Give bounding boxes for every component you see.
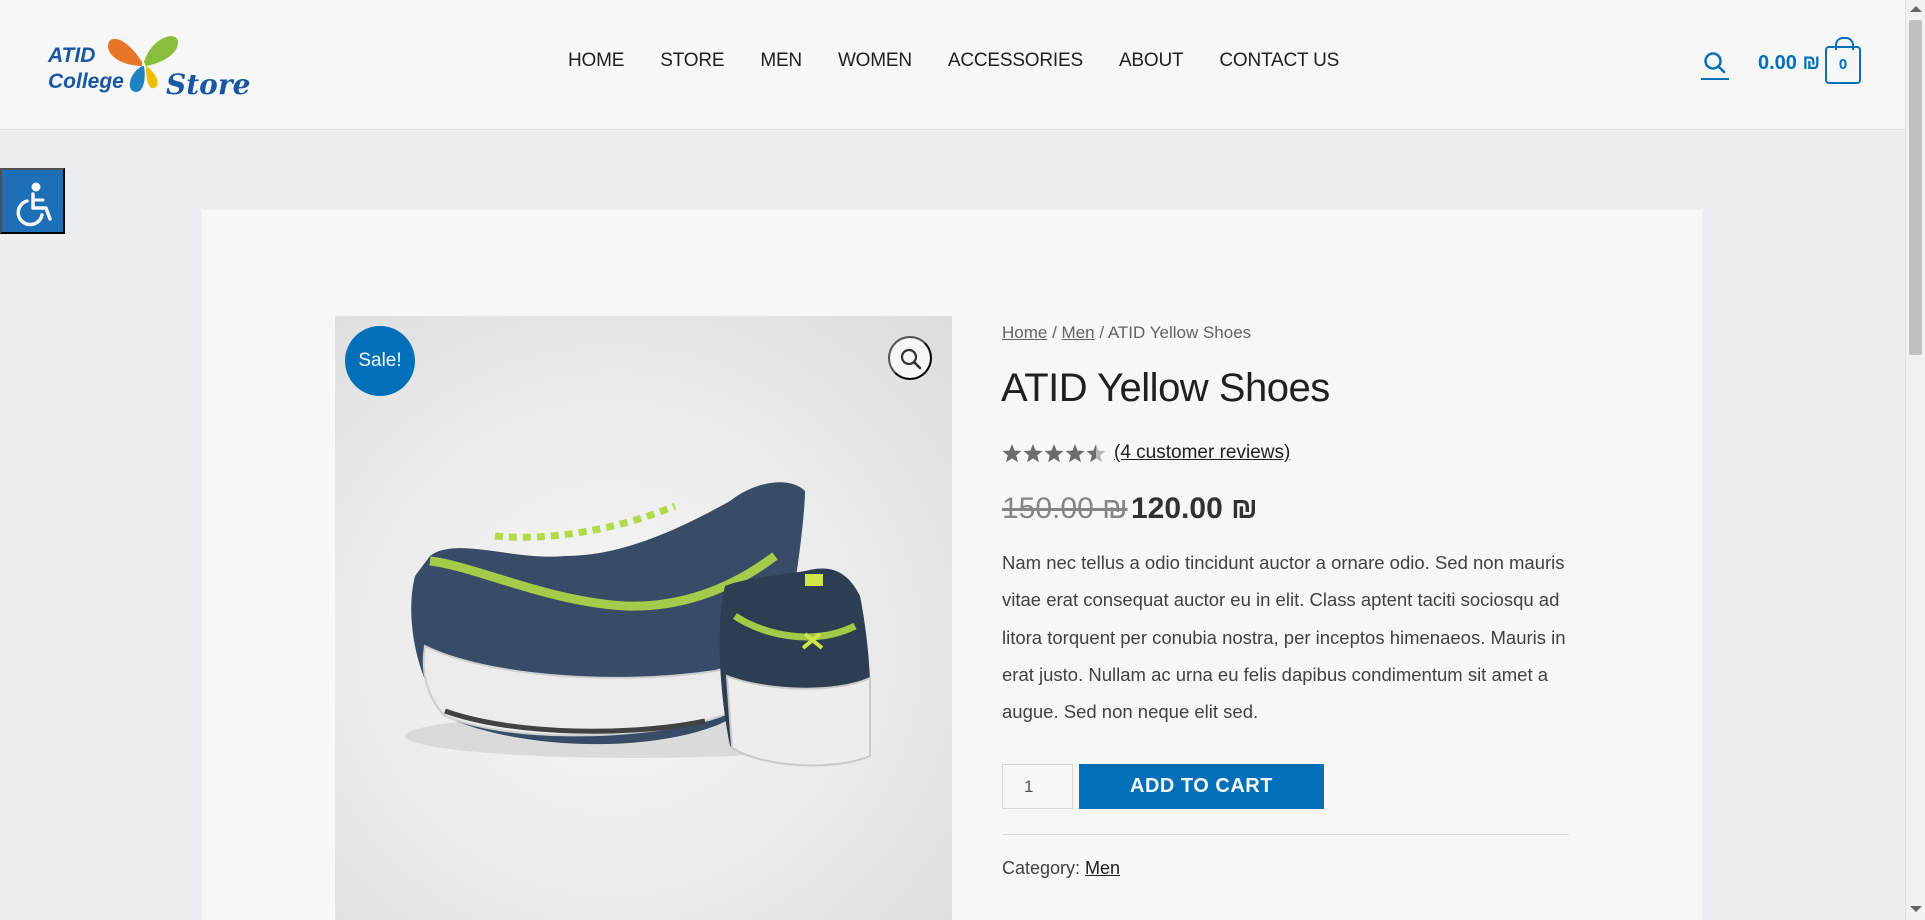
category-label: Category: — [1002, 858, 1086, 878]
breadcrumb-separator: / — [1047, 323, 1062, 342]
breadcrumb-men[interactable]: Men — [1062, 323, 1095, 342]
breadcrumb-home[interactable]: Home — [1002, 323, 1047, 342]
star-rating — [1002, 441, 1110, 465]
breadcrumb-current: ATID Yellow Shoes — [1107, 323, 1252, 342]
site-header: ATID College Store HOME STORE MEN WOMEN … — [0, 0, 1905, 130]
product-short-description: Nam nec tellus a odio tincidunt auctor a… — [1002, 552, 1566, 723]
divider — [1002, 834, 1569, 835]
sale-badge: Sale! — [345, 326, 415, 396]
nav-contact-us[interactable]: CONTACT US — [1219, 50, 1339, 72]
category-link-men[interactable]: Men — [1085, 858, 1120, 878]
nav-women[interactable]: WOMEN — [838, 50, 912, 72]
quantity-input[interactable] — [1002, 764, 1073, 809]
magnifier-icon[interactable] — [888, 336, 932, 380]
logo-text-store: Store — [166, 68, 251, 101]
wheelchair-icon — [16, 182, 52, 227]
breadcrumb-separator: / — [1094, 323, 1108, 342]
cart-total[interactable]: 0.00 ₪ — [1758, 52, 1820, 75]
nav-home[interactable]: HOME — [568, 50, 624, 72]
cart-bag-icon[interactable]: 0 — [1825, 37, 1861, 84]
customer-reviews-link[interactable]: (4 customer reviews) — [1114, 442, 1290, 464]
main-navigation: HOME STORE MEN WOMEN ACCESSORIES ABOUT C… — [568, 50, 1375, 72]
scroll-down-arrow-icon[interactable] — [1910, 906, 1922, 912]
nav-men[interactable]: MEN — [760, 50, 802, 72]
product-image[interactable] — [335, 316, 952, 920]
accessibility-button[interactable] — [0, 168, 65, 234]
product-title: ATID Yellow Shoes — [1001, 366, 1330, 410]
original-price: 150.00 ₪ — [1002, 492, 1128, 525]
nav-store[interactable]: STORE — [660, 50, 724, 72]
nav-about[interactable]: ABOUT — [1119, 50, 1184, 72]
rating-stars-icon — [1002, 444, 1106, 463]
logo-text-college: College — [48, 70, 124, 93]
add-to-cart-button[interactable]: ADD TO CART — [1079, 764, 1324, 809]
yellow-shoes-photo — [405, 482, 871, 767]
logo-text-atid: ATID — [48, 44, 96, 67]
scroll-up-arrow-icon[interactable] — [1910, 6, 1922, 12]
vertical-scrollbar[interactable] — [1905, 0, 1925, 920]
search-icon[interactable] — [1700, 50, 1730, 82]
breadcrumb: Home / Men / ATID Yellow Shoes — [1002, 323, 1251, 343]
sale-price: 120.00 ₪ — [1131, 492, 1258, 525]
cart-count: 0 — [1838, 56, 1848, 73]
product-category: Category: Men — [1002, 858, 1120, 879]
store-logo[interactable]: ATID College Store — [46, 26, 250, 104]
nav-accessories[interactable]: ACCESSORIES — [948, 50, 1083, 72]
scrollbar-thumb[interactable] — [1909, 20, 1922, 355]
